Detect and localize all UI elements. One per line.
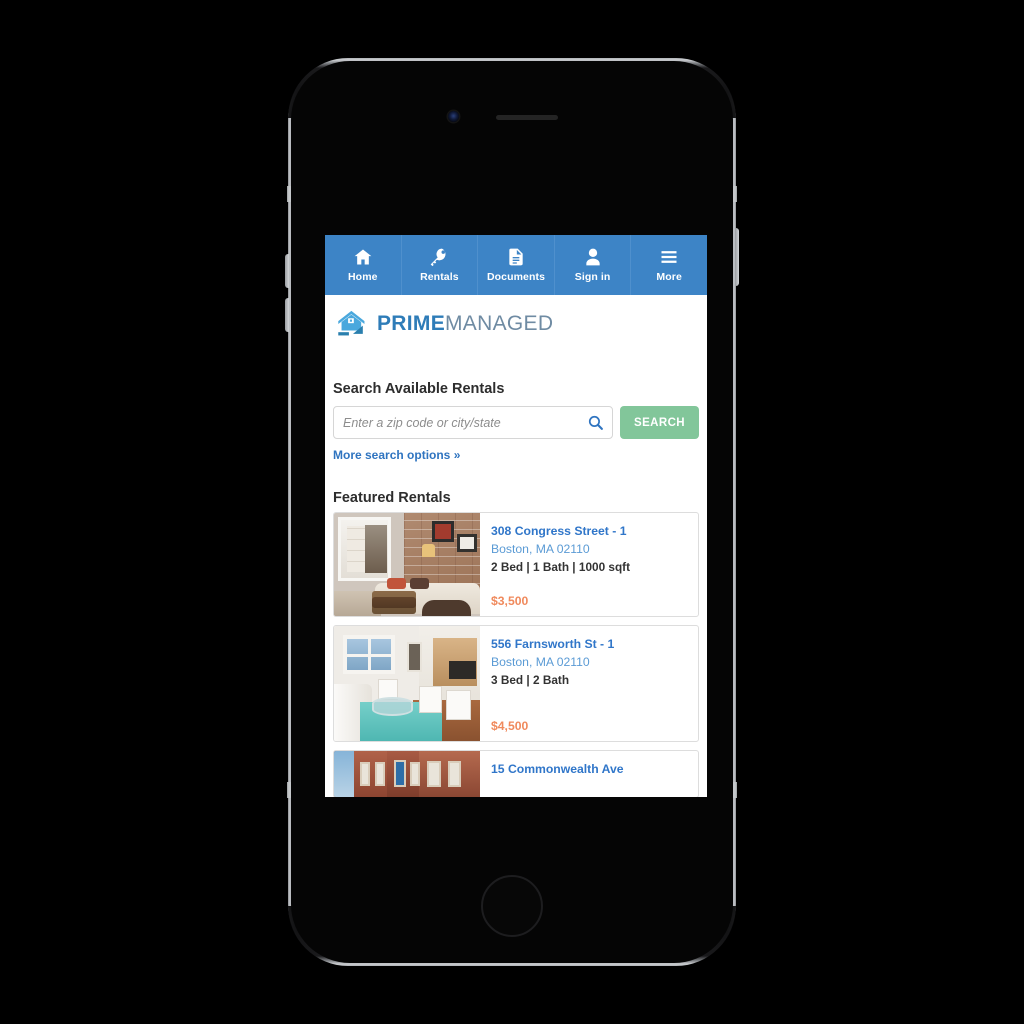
phone-screen: Home Rentals Documents Sign in More PRIM… (325, 235, 707, 797)
more-search-options-link[interactable]: More search options » (333, 448, 460, 462)
nav-label-rentals: Rentals (420, 271, 459, 283)
search-icon[interactable] (587, 414, 604, 431)
person-icon (583, 247, 603, 267)
house-logo-icon (335, 309, 371, 339)
document-icon (506, 247, 526, 267)
volume-up-button[interactable] (285, 254, 289, 288)
nav-label-documents: Documents (486, 271, 546, 283)
listing-address[interactable]: 15 Commonwealth Ave (491, 761, 688, 779)
listing-card[interactable]: 15 Commonwealth Ave (333, 750, 699, 797)
nav-label-sign-in: Sign in (574, 271, 611, 283)
listing-photo-brownstone-exterior[interactable] (334, 751, 480, 797)
phone-body: Home Rentals Documents Sign in More PRIM… (291, 61, 733, 963)
search-input[interactable] (343, 415, 588, 430)
listing-price: $3,500 (491, 594, 529, 608)
nav-label-more: More (656, 271, 682, 283)
listing-address[interactable]: 556 Farnsworth St - 1 (491, 636, 688, 654)
top-navigation-bar: Home Rentals Documents Sign in More (325, 235, 707, 295)
screenshot-stage: Home Rentals Documents Sign in More PRIM… (0, 0, 1024, 1024)
phone-device-frame: Home Rentals Documents Sign in More PRIM… (285, 58, 739, 966)
listing-info: 15 Commonwealth Ave (480, 751, 698, 797)
search-button[interactable]: SEARCH (620, 406, 699, 439)
listing-photo-modern-living-room-teal-rug[interactable] (334, 626, 480, 741)
search-input-wrapper[interactable] (333, 406, 614, 439)
listing-details: 2 Bed | 1 Bath | 1000 sqft (491, 560, 631, 575)
home-button[interactable] (481, 875, 543, 937)
logo-word-managed: MANAGED (445, 312, 554, 335)
site-logo[interactable]: PRIMEMANAGED (325, 295, 707, 349)
nav-item-more[interactable]: More (631, 235, 707, 295)
featured-rentals-title: Featured Rentals (333, 490, 451, 506)
listing-city: Boston, MA 02110 (491, 541, 590, 556)
key-icon (429, 247, 449, 267)
listing-card[interactable]: 556 Farnsworth St - 1 Boston, MA 02110 3… (333, 625, 699, 742)
front-camera-icon (448, 111, 459, 122)
listing-city: Boston, MA 02110 (491, 654, 590, 669)
search-section-title: Search Available Rentals (333, 381, 505, 397)
nav-item-sign-in[interactable]: Sign in (555, 235, 632, 295)
nav-item-rentals[interactable]: Rentals (402, 235, 479, 295)
listing-info: 556 Farnsworth St - 1 Boston, MA 02110 3… (480, 626, 698, 741)
search-row: SEARCH (333, 406, 699, 439)
listing-card[interactable]: 308 Congress Street - 1 Boston, MA 02110… (333, 512, 699, 617)
listing-address[interactable]: 308 Congress Street - 1 (491, 523, 688, 541)
listing-info: 308 Congress Street - 1 Boston, MA 02110… (480, 513, 698, 616)
volume-down-button[interactable] (285, 298, 289, 332)
earpiece-speaker-icon (496, 115, 558, 120)
listing-price: $4,500 (491, 719, 529, 733)
hamburger-icon (659, 247, 679, 267)
logo-word-prime: PRIME (377, 312, 446, 335)
nav-label-home: Home (348, 271, 378, 283)
page-content: Search Available Rentals SEARCH (325, 381, 707, 797)
nav-item-home[interactable]: Home (325, 235, 402, 295)
nav-item-documents[interactable]: Documents (478, 235, 555, 295)
logo-wordmark: PRIMEMANAGED (377, 312, 553, 336)
house-icon (353, 247, 373, 267)
listing-details: 3 Bed | 2 Bath (491, 673, 570, 688)
listing-photo-living-room-brick-wall[interactable] (334, 513, 480, 616)
power-button[interactable] (735, 228, 739, 286)
